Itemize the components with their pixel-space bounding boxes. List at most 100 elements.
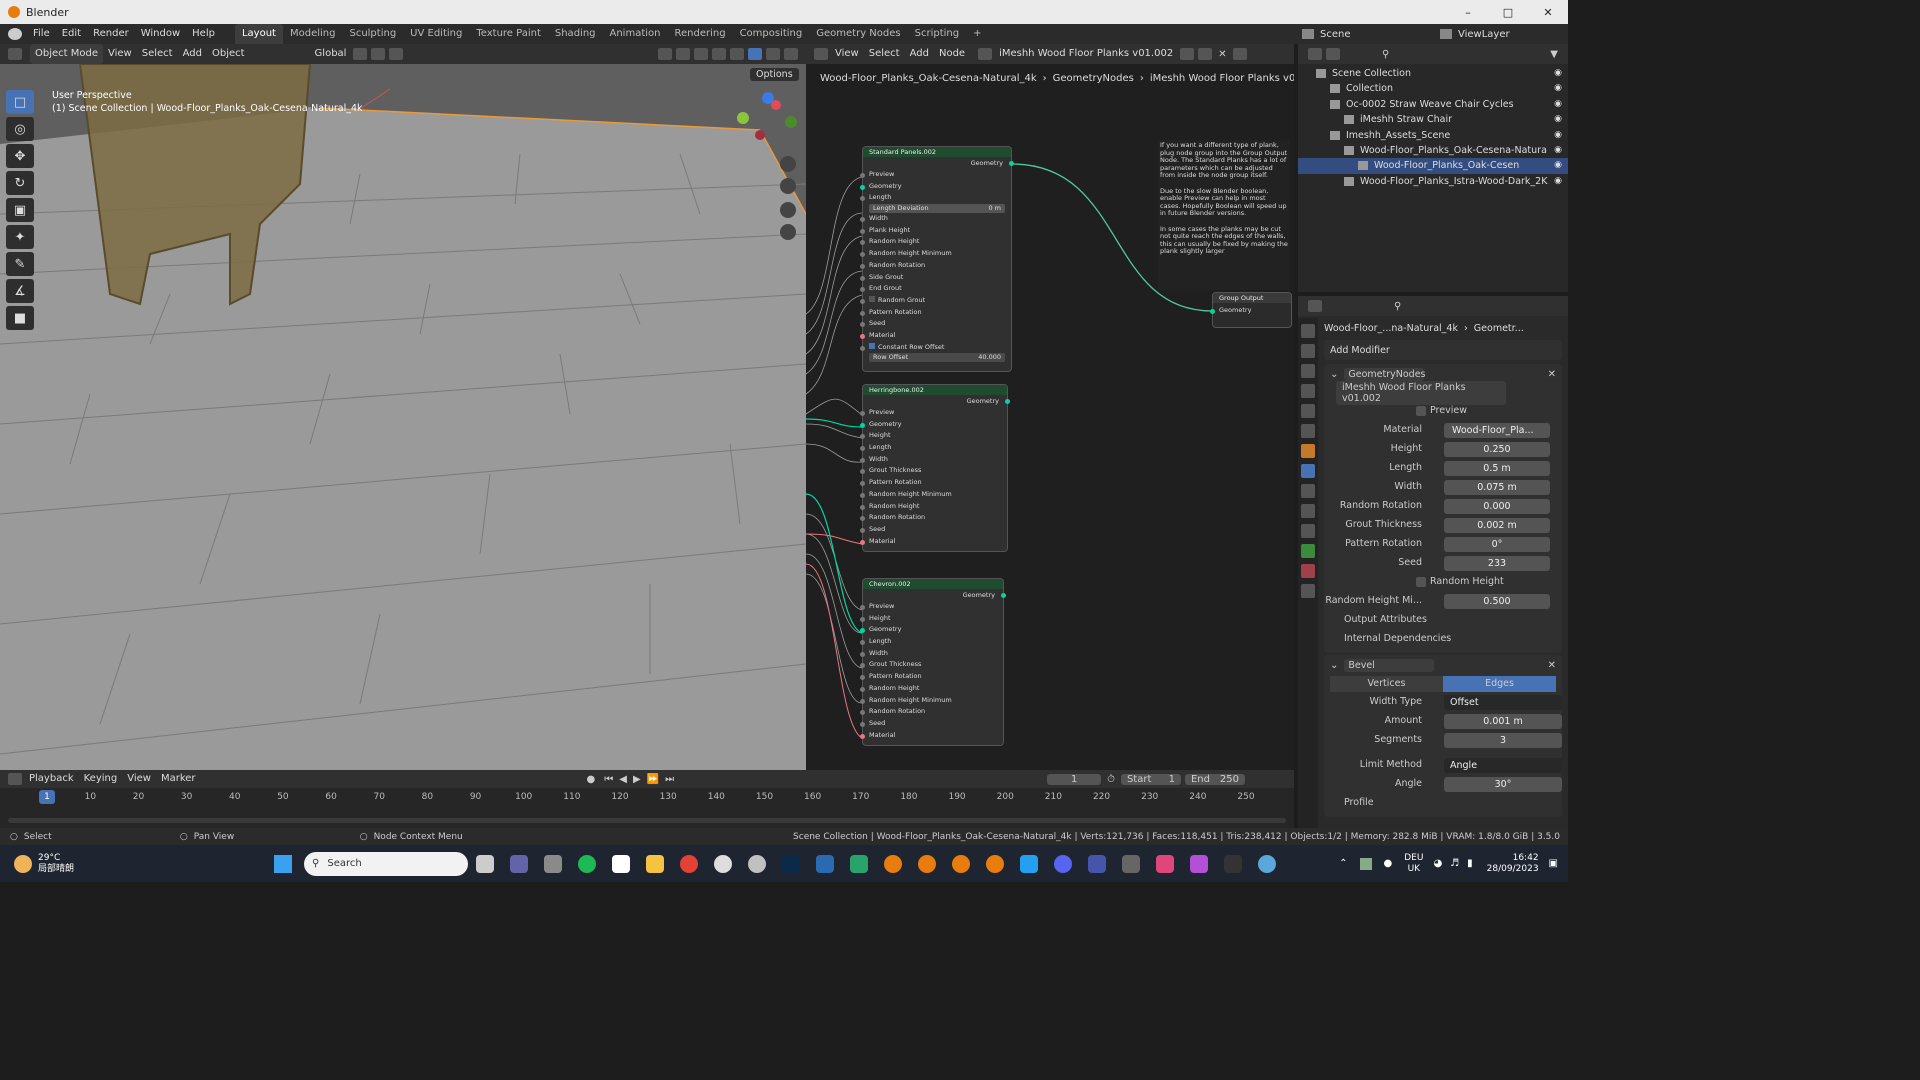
chrome-icon[interactable] (680, 854, 699, 873)
modifier-tab-icon[interactable] (1301, 464, 1315, 478)
bevel-segments[interactable]: Segments 3 (1324, 731, 1562, 750)
discord-icon[interactable] (1054, 854, 1073, 873)
mode-select[interactable]: Object Mode (30, 44, 103, 64)
tab-layout[interactable]: Layout (234, 24, 283, 44)
pivot-icon[interactable] (353, 48, 368, 60)
battery-icon[interactable]: ▮ (1467, 858, 1473, 869)
photoshop-icon[interactable] (782, 854, 801, 873)
close-icon[interactable]: ✕ (1528, 6, 1568, 19)
socket-length[interactable]: Length (860, 192, 1011, 204)
app-icon-7[interactable] (1190, 854, 1209, 873)
outliner-item[interactable]: Scene Collection ◉ (1298, 66, 1568, 81)
chrome-dev-icon[interactable] (748, 854, 767, 873)
world-tab-icon[interactable] (1301, 424, 1315, 438)
jump-end-icon[interactable]: ⏭ (665, 774, 674, 785)
outliner-search-icon[interactable]: ⚲ (1382, 49, 1389, 60)
tab-geometry-nodes[interactable]: Geometry Nodes (809, 24, 907, 44)
node-menu-node[interactable]: Node (934, 44, 970, 64)
socket-preview[interactable]: Preview (860, 169, 1011, 181)
outliner-item[interactable]: Collection ◉ (1298, 81, 1568, 96)
modifier-input-field[interactable]: Pattern Rotation 0° (1324, 535, 1562, 554)
explorer-icon[interactable] (646, 854, 665, 873)
maximize-icon[interactable]: □ (1488, 6, 1528, 19)
ch-socket-height[interactable]: Height (860, 613, 1003, 625)
menu-help[interactable]: Help (186, 24, 221, 44)
object-tab-icon[interactable] (1301, 444, 1315, 458)
timeline-type-icon[interactable] (8, 773, 22, 785)
ch-socket-pattern-rotation[interactable]: Pattern Rotation (860, 671, 1003, 683)
field-value[interactable]: 0.250 (1444, 442, 1550, 457)
bevel-remove-icon[interactable]: ✕ (1548, 660, 1556, 671)
tab-scripting[interactable]: Scripting (908, 24, 966, 44)
orientation-select[interactable]: Global (310, 44, 352, 64)
field-value[interactable]: 0.002 m (1444, 518, 1550, 533)
node-herringbone-output[interactable]: Geometry (863, 395, 1010, 407)
record-icon[interactable]: ● (587, 774, 596, 785)
move-icon[interactable]: ✥ (6, 144, 34, 168)
outliner-filter-icon[interactable]: ▼ (1550, 49, 1558, 60)
socket-side-grout[interactable]: Side Grout (860, 272, 1011, 284)
tray-app-icon[interactable] (1359, 857, 1372, 870)
solid-shading-icon[interactable] (748, 48, 762, 60)
modifier-input-field[interactable]: Grout Thickness 0.002 m (1324, 516, 1562, 535)
snap-icon[interactable] (371, 48, 386, 60)
vp-menu-select[interactable]: Select (137, 44, 178, 64)
outliner-item[interactable]: Imeshh_Assets_Scene ◉ (1298, 128, 1568, 143)
tab-texture-paint[interactable]: Texture Paint (469, 24, 548, 44)
windows-start-icon[interactable] (274, 854, 293, 873)
field-value[interactable]: 0.000 (1444, 499, 1550, 514)
node-standard-output[interactable]: Geometry (863, 157, 1014, 169)
language-indicator[interactable]: DEU UK (1404, 853, 1423, 875)
visibility-eye-icon[interactable]: ◉ (1554, 66, 1562, 81)
outliner-item[interactable]: Wood-Floor_Planks_Oak-Cesen ◉ (1298, 158, 1568, 174)
spotify-icon[interactable] (578, 854, 597, 873)
blender-icon-2[interactable] (918, 854, 937, 873)
duplicate-icon[interactable] (1198, 48, 1213, 60)
blender-icon-4[interactable] (986, 854, 1005, 873)
zoom-icon[interactable] (780, 156, 796, 172)
blender-icon-3[interactable] (952, 854, 971, 873)
jump-start-icon[interactable]: ⏮ (604, 774, 613, 785)
random-height-min-field[interactable]: Random Height Mi... 0.500 (1324, 592, 1562, 611)
visibility-eye-icon[interactable]: ◉ (1554, 174, 1562, 189)
bevel-width-type[interactable]: Width Type Offset (1324, 693, 1562, 712)
app-icon-3[interactable] (850, 854, 869, 873)
texture-tab-icon[interactable] (1301, 584, 1315, 598)
node-editor-type-icon[interactable] (814, 48, 828, 60)
bevel-collapse-icon[interactable]: ⌄ (1330, 660, 1338, 671)
ch-socket-grout-thickness[interactable]: Grout Thickness (860, 659, 1003, 671)
notion-icon[interactable] (612, 854, 631, 873)
modifier-input-field[interactable]: Seed 233 (1324, 554, 1562, 573)
settings-icon[interactable] (1258, 854, 1277, 873)
ch-socket-seed[interactable]: Seed (860, 718, 1003, 730)
transform-icon[interactable]: ✦ (6, 225, 34, 249)
menu-render[interactable]: Render (87, 24, 135, 44)
camera-icon[interactable] (780, 202, 796, 218)
tab-uv-editing[interactable]: UV Editing (403, 24, 469, 44)
outliner-item[interactable]: iMeshh Straw Chair ◉ (1298, 112, 1568, 127)
outliner-item[interactable]: Wood-Floor_Planks_Istra-Wood-Dark_2K ◉ (1298, 174, 1568, 189)
material-shading-icon[interactable] (766, 48, 780, 60)
hb-socket-width[interactable]: Width (860, 454, 1007, 466)
app-icon-1[interactable] (544, 854, 563, 873)
node-menu-add[interactable]: Add (905, 44, 934, 64)
rendered-shading-icon[interactable] (784, 48, 798, 60)
ch-socket-length[interactable]: Length (860, 636, 1003, 648)
bevel-name-field[interactable]: Bevel (1344, 658, 1435, 672)
frame-end-field[interactable]: End 250 (1184, 773, 1245, 785)
preview-checkbox[interactable]: Preview (1324, 402, 1562, 421)
outliner-display-icon[interactable] (1326, 48, 1340, 60)
socket-geometry[interactable]: Geometry (860, 181, 1011, 193)
hb-socket-random-rotation[interactable]: Random Rotation (860, 512, 1007, 524)
taskbar-search[interactable]: ⚲ Search (304, 851, 469, 876)
add-cube-icon[interactable]: ■ (6, 306, 34, 330)
add-workspace-icon[interactable]: + (966, 24, 988, 44)
viewport-options-button[interactable]: Options (750, 68, 799, 81)
navigation-gizmo[interactable] (735, 92, 797, 152)
app-icon-5[interactable] (1122, 854, 1141, 873)
measure-icon[interactable]: ∡ (6, 279, 34, 303)
constraints-tab-icon[interactable] (1301, 524, 1315, 538)
visibility-icon[interactable] (658, 48, 672, 60)
unlink-icon[interactable]: ✕ (1218, 49, 1226, 60)
app-icon-6[interactable] (1156, 854, 1175, 873)
